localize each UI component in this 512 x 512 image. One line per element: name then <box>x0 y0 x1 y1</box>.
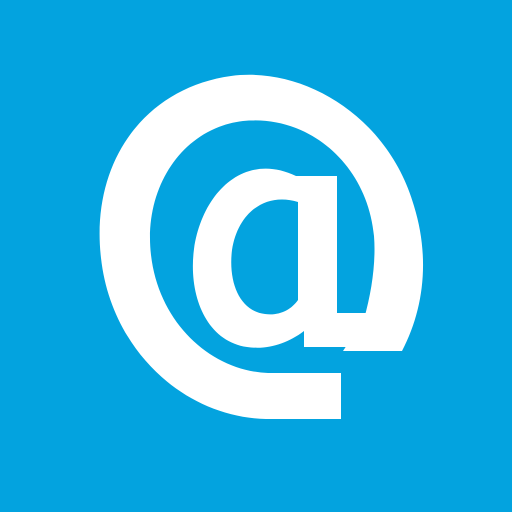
at-sign-icon <box>0 0 512 512</box>
email-app-icon[interactable] <box>0 0 512 512</box>
